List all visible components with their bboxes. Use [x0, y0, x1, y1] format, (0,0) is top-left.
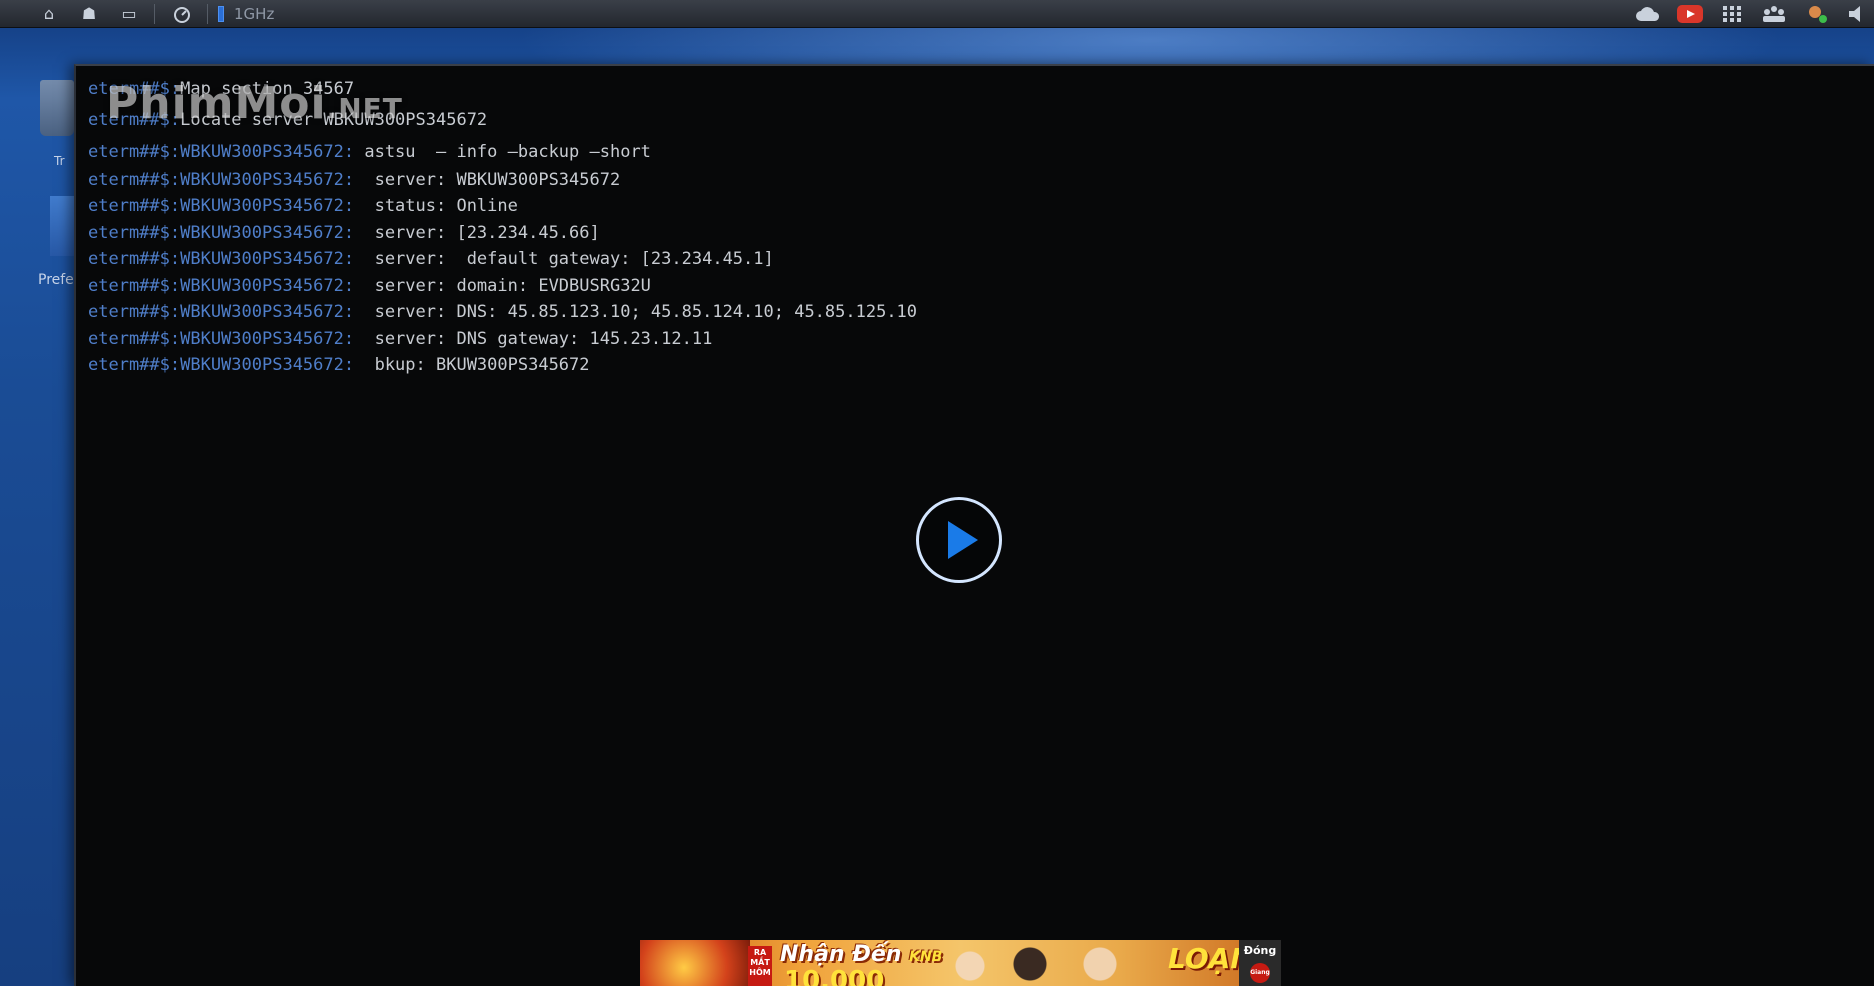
preferences-icon — [50, 196, 74, 256]
terminal-line: eterm##$:WBKUW300PS345672: astsu — info … — [88, 141, 651, 162]
cpu-monitor[interactable]: 1GHz — [218, 5, 274, 23]
home-icon[interactable]: ⌂ — [36, 3, 62, 25]
gauge-icon[interactable] — [169, 3, 195, 25]
cloud-icon[interactable] — [1632, 3, 1664, 25]
ad-title-accent: KNB — [909, 949, 943, 965]
terminal-line: eterm##$:WBKUW300PS345672: server: DNS: … — [88, 302, 918, 322]
top-taskbar: ⌂ ☗ ▭ 1GHz — [0, 0, 1874, 28]
site-watermark: PhimMoi.NET — [106, 78, 403, 129]
people-icon[interactable]: ☗ — [76, 3, 102, 25]
ad-banner[interactable]: RA MẮT HÔM Nhận Đến KNB 10.000 LOẠN Đóng… — [640, 940, 1281, 986]
trash-label: Tr — [54, 154, 65, 168]
cpu-bar-icon — [218, 5, 224, 22]
taskbar-right — [1632, 0, 1874, 28]
terminal-line: eterm##$:WBKUW300PS345672: server: [23.2… — [88, 222, 600, 243]
terminal-line: eterm##$:WBKUW300PS345672: server: domai… — [88, 275, 651, 296]
ad-characters-image — [940, 940, 1140, 986]
ad-close-sub: Giang hồ — [1250, 963, 1270, 983]
terminal-line: eterm##$:WBKUW300PS345672: server: defau… — [88, 249, 774, 269]
ad-close-button[interactable]: Đóng Giang hồ — [1239, 940, 1281, 986]
cpu-label: 1GHz — [234, 4, 275, 23]
taskbar-divider — [154, 3, 155, 24]
terminal-line: eterm##$:WBKUW300PS345672: server: DNS g… — [88, 328, 713, 349]
trash-icon — [40, 80, 74, 136]
ad-dragon-image — [640, 940, 750, 986]
ad-amount: 10.000 — [784, 966, 885, 986]
terminal-line: eterm##$:WBKUW300PS345672: bkup: BKUW300… — [88, 355, 590, 375]
ad-title: Nhận Đến KNB — [780, 942, 943, 967]
terminal-line: eterm##$:WBKUW300PS345672: server: WBKUW… — [88, 169, 621, 190]
monitor-icon[interactable]: ▭ — [116, 3, 142, 25]
taskbar-left: ⌂ ☗ ▭ 1GHz — [0, 0, 274, 28]
watermark-suffix: .NET — [326, 92, 403, 125]
terminal-line: eterm##$:WBKUW300PS345672: status: Onlin… — [88, 196, 518, 216]
taskbar-divider — [207, 3, 208, 24]
play-icon — [948, 521, 978, 559]
user-icon[interactable] — [1800, 3, 1832, 25]
preferences-label: Prefe — [38, 272, 74, 288]
network-icon[interactable] — [1758, 3, 1790, 25]
youtube-icon[interactable] — [1674, 3, 1706, 25]
volume-icon[interactable] — [1842, 3, 1874, 25]
ad-badge: RA MẮT HÔM — [748, 946, 772, 986]
grid-icon[interactable] — [1716, 3, 1748, 25]
ad-close-label: Đóng — [1243, 944, 1277, 957]
watermark-text: PhimMoi — [106, 78, 327, 129]
play-button[interactable] — [916, 497, 1002, 583]
